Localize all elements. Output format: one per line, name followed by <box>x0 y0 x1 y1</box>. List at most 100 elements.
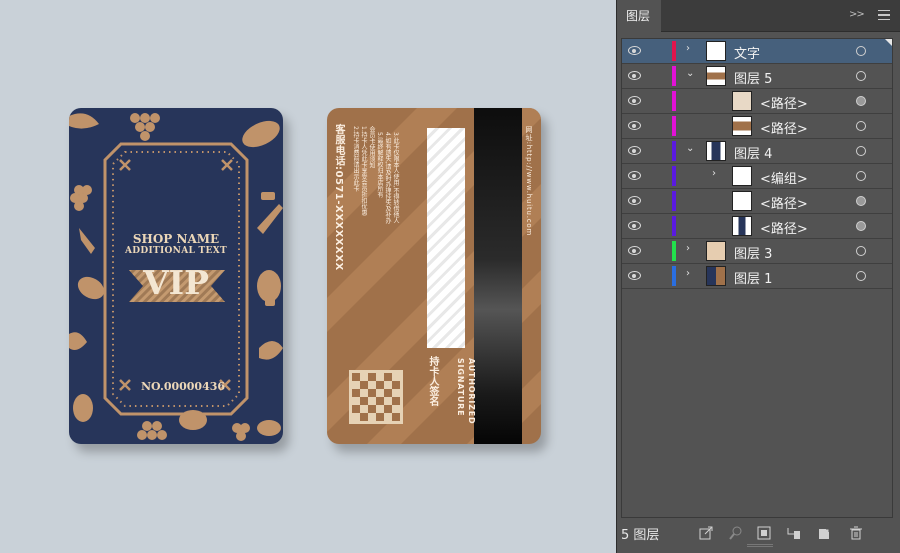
expand-arrow-icon[interactable]: › <box>712 168 716 179</box>
customer-hotline: 客服电话:0571-XXXXXXXX <box>333 124 344 271</box>
visibility-eye-icon[interactable] <box>628 246 641 255</box>
layer-thumbnail <box>706 141 726 161</box>
visibility-eye-icon[interactable] <box>628 96 641 105</box>
target-circle-icon[interactable] <box>856 246 866 256</box>
layer-thumbnail <box>706 66 726 86</box>
collapse-arrow-icon[interactable]: ⌄ <box>686 68 694 79</box>
additional-text: ADDITIONAL TEXT <box>125 246 227 256</box>
website-url: 网址:http://www.huitu.com <box>525 126 533 237</box>
target-circle-icon[interactable] <box>856 46 866 56</box>
target-circle-icon[interactable] <box>856 171 866 181</box>
panel-header: 图层 >> <box>617 0 900 33</box>
collapse-arrow-icon[interactable]: ⌄ <box>686 143 694 154</box>
expand-arrow-icon[interactable]: › <box>686 243 690 254</box>
locate-object-icon[interactable] <box>729 526 743 540</box>
vip-card-back[interactable]: 客服电话:0571-XXXXXXXX 会员卡使用须知 1.持卡人凭此卡享受会员折… <box>327 108 541 444</box>
layer-name[interactable]: 图层 1 <box>734 268 772 287</box>
authorized-signature-label: AUTHORIZED SIGNATURE <box>455 358 477 424</box>
collapse-panel-icon[interactable]: >> <box>849 9 865 20</box>
authorized-line-2: SIGNATURE <box>456 358 465 417</box>
layer-row-path[interactable]: <路径> <box>622 89 892 114</box>
make-clipping-mask-icon[interactable] <box>757 526 771 540</box>
layer-color-indicator <box>672 241 676 261</box>
new-layer-icon[interactable] <box>817 526 831 540</box>
visibility-eye-icon[interactable] <box>628 46 641 55</box>
vip-card-front[interactable]: SHOP NAME ADDITIONAL TEXT VIP NO.0000043… <box>69 108 283 444</box>
layer-color-indicator <box>672 216 676 236</box>
layer-thumbnail <box>732 91 752 111</box>
layer-name[interactable]: <路径> <box>760 218 808 237</box>
target-circle-icon[interactable] <box>856 196 866 206</box>
new-sublayer-icon[interactable] <box>787 526 801 540</box>
layers-tab[interactable]: 图层 <box>617 0 661 33</box>
layer-thumbnail <box>706 266 726 286</box>
layer-name[interactable]: <路径> <box>760 93 808 112</box>
card-rules-part-2: 3.此卡仅限本人使用,不得转借他人 4.如有遗失,请及时办理挂失及补办 5.最终… <box>376 132 399 224</box>
layer-name[interactable]: 图层 4 <box>734 143 772 162</box>
layer-thumbnail <box>732 116 752 136</box>
target-circle-icon[interactable] <box>856 96 866 106</box>
target-circle-icon[interactable] <box>856 271 866 281</box>
layer-row-path[interactable]: <路径> <box>622 214 892 239</box>
layer-color-indicator <box>672 166 676 186</box>
layer-row-path[interactable]: <路径> <box>622 114 892 139</box>
expand-arrow-icon[interactable]: › <box>686 268 690 279</box>
visibility-eye-icon[interactable] <box>628 221 641 230</box>
layer-name[interactable]: 图层 5 <box>734 68 772 87</box>
layer-row-group[interactable]: › <编组> <box>622 164 892 189</box>
layer-name[interactable]: 文字 <box>734 43 760 62</box>
panel-resize-grip[interactable] <box>747 544 773 547</box>
layer-name[interactable]: <路径> <box>760 118 808 137</box>
layer-list: › 文字 ⌄ 图层 5 <路径> <路径> ⌄ 图层 4 › <编组> <路径>… <box>621 38 893 518</box>
layer-thumbnail <box>706 241 726 261</box>
panel-menu-icon[interactable] <box>878 10 890 20</box>
visibility-eye-icon[interactable] <box>628 121 641 130</box>
cardholder-signature-label: 持卡人签名 <box>427 356 438 406</box>
selection-corner-icon <box>885 39 892 46</box>
shop-name-text: SHOP NAME <box>132 232 220 246</box>
layer-thumbnail <box>732 216 752 236</box>
visibility-eye-icon[interactable] <box>628 196 641 205</box>
target-circle-icon[interactable] <box>856 146 866 156</box>
magnetic-stripe <box>474 108 522 444</box>
target-circle-icon[interactable] <box>856 121 866 131</box>
layers-panel: 图层 >> › 文字 ⌄ 图层 5 <路径> <路径> ⌄ 图层 4 › <编组… <box>616 0 900 553</box>
expand-arrow-icon[interactable]: › <box>686 43 690 54</box>
qr-code <box>349 370 403 424</box>
export-icon[interactable] <box>699 526 713 540</box>
layer-color-indicator <box>672 91 676 111</box>
layer-name[interactable]: 图层 3 <box>734 243 772 262</box>
layer-name[interactable]: <路径> <box>760 193 808 212</box>
layer-color-indicator <box>672 66 676 86</box>
card-rules-part-1: 会员卡使用须知 1.持卡人凭此卡享受会员折扣优惠 2.持卡消费前请出示此卡 <box>352 126 375 216</box>
visibility-eye-icon[interactable] <box>628 271 641 280</box>
layer-thumbnail <box>706 41 726 61</box>
layer-thumbnail <box>732 166 752 186</box>
layer-thumbnail <box>732 191 752 211</box>
layer-row-layer4[interactable]: ⌄ 图层 4 <box>622 139 892 164</box>
layer-color-indicator <box>672 191 676 211</box>
target-circle-icon[interactable] <box>856 221 866 231</box>
layer-count: 5 图层 <box>621 528 660 543</box>
vip-label: VIP <box>143 263 209 302</box>
signature-panel <box>427 128 465 348</box>
visibility-eye-icon[interactable] <box>628 71 641 80</box>
panel-footer: 5 图层 <box>617 520 900 553</box>
layer-row-text[interactable]: › 文字 <box>622 39 892 64</box>
authorized-line-1: AUTHORIZED <box>467 358 476 425</box>
trash-icon[interactable] <box>849 526 863 540</box>
layer-row-layer1[interactable]: › 图层 1 <box>622 264 892 289</box>
target-circle-icon[interactable] <box>856 71 866 81</box>
layer-row-path[interactable]: <路径> <box>622 189 892 214</box>
layer-color-indicator <box>672 266 676 286</box>
visibility-eye-icon[interactable] <box>628 146 641 155</box>
layer-color-indicator <box>672 41 676 61</box>
layer-color-indicator <box>672 116 676 136</box>
artboard-canvas[interactable]: SHOP NAME ADDITIONAL TEXT VIP NO.0000043… <box>0 0 616 553</box>
layer-row-layer3[interactable]: › 图层 3 <box>622 239 892 264</box>
card-number: NO.00000436 <box>141 380 226 393</box>
layer-row-layer5[interactable]: ⌄ 图层 5 <box>622 64 892 89</box>
layer-color-indicator <box>672 141 676 161</box>
layer-name[interactable]: <编组> <box>760 168 808 187</box>
visibility-eye-icon[interactable] <box>628 171 641 180</box>
